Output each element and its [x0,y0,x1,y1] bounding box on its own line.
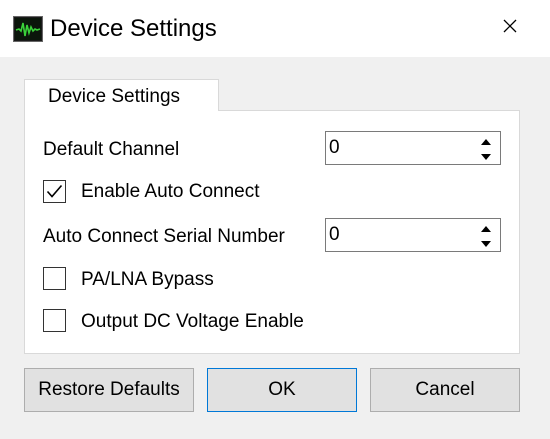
cancel-button[interactable]: Cancel [370,368,520,412]
tab-label: Device Settings [48,86,181,107]
default-channel-label: Default Channel [43,139,180,160]
ok-button[interactable]: OK [207,368,357,412]
output-dc-voltage-checkbox[interactable] [43,309,66,332]
arrow-down-icon [481,147,491,165]
close-button[interactable] [490,12,530,44]
title-bar: Device Settings [0,0,550,57]
window-title: Device Settings [50,15,217,42]
default-channel-value: 0 [329,137,340,158]
waveform-monitor-icon [13,14,43,44]
auto-connect-serial-spin-arrows [473,220,499,250]
settings-panel: Default Channel 0 Enable Auto Connect Au… [24,110,520,354]
default-channel-spin-arrows [473,133,499,163]
auto-connect-serial-spinbox[interactable]: 0 [325,218,501,252]
enable-auto-connect-checkbox[interactable] [43,180,66,203]
arrow-down-icon [481,234,491,252]
default-channel-spinbox[interactable]: 0 [325,131,501,165]
auto-connect-serial-value: 0 [329,224,340,245]
pa-lna-bypass-label: PA/LNA Bypass [81,269,214,290]
device-settings-dialog: Device Settings Device Settings Default … [0,0,550,439]
tab-device-settings[interactable]: Device Settings [24,79,219,111]
restore-defaults-button[interactable]: Restore Defaults [24,368,194,412]
spin-down-button[interactable] [473,148,499,163]
output-dc-voltage-label: Output DC Voltage Enable [81,311,304,332]
pa-lna-bypass-checkbox[interactable] [43,267,66,290]
spin-down-button[interactable] [473,235,499,250]
auto-connect-serial-label: Auto Connect Serial Number [43,226,285,247]
close-icon [502,18,518,39]
enable-auto-connect-label: Enable Auto Connect [81,181,260,202]
